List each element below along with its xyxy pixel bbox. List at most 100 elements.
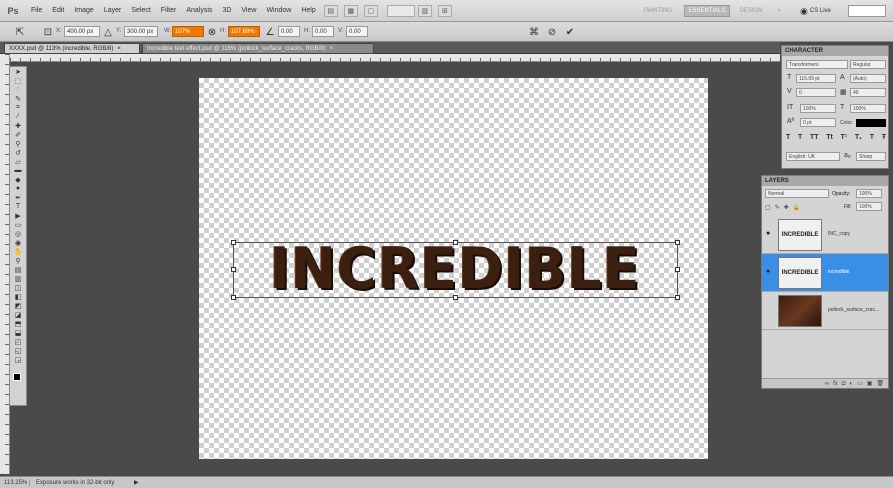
cs-live-button[interactable]: ◉ CS Live: [800, 4, 844, 18]
zoom-tool-icon[interactable]: ⚲: [10, 256, 26, 265]
tab-document-inactive[interactable]: Incredible text effect.psd @ 116% (pollo…: [142, 43, 374, 54]
tool-slot-28-icon[interactable]: ◪: [10, 310, 26, 319]
faux-bold-button[interactable]: T: [786, 134, 790, 144]
text-color-swatch[interactable]: [856, 119, 886, 127]
new-group-icon[interactable]: ▭: [857, 380, 863, 387]
crop-tool-icon[interactable]: ⌗: [10, 103, 26, 112]
layer-row[interactable]: pollock_surface_crac...: [762, 292, 888, 330]
lock-all-icon[interactable]: 🔒: [793, 204, 800, 211]
blur-tool-icon[interactable]: ◆: [10, 175, 26, 184]
font-size-field[interactable]: 115.09 pt: [796, 74, 836, 83]
layer-style-icon[interactable]: fx: [833, 381, 838, 387]
menu-3d[interactable]: 3D: [217, 0, 236, 22]
small-caps-button[interactable]: Tt: [826, 134, 833, 144]
font-style-select[interactable]: Regular: [850, 60, 886, 69]
new-layer-icon[interactable]: ▣: [867, 380, 873, 387]
superscript-button[interactable]: T¹: [841, 134, 848, 144]
menu-filter[interactable]: Filter: [156, 0, 182, 22]
reference-point-icon[interactable]: ⊡: [42, 26, 54, 38]
menu-window[interactable]: Window: [261, 0, 296, 22]
all-caps-button[interactable]: TT: [810, 134, 819, 144]
tool-slot-32-icon[interactable]: ◱: [10, 346, 26, 355]
baseline-shift-field[interactable]: 0 pt: [800, 118, 836, 127]
delete-layer-icon[interactable]: 🗑: [876, 380, 884, 387]
h-skew-field[interactable]: 0.00: [312, 26, 334, 37]
quick-select-tool-icon[interactable]: ✎: [10, 94, 26, 103]
tool-slot-24-icon[interactable]: ▥: [10, 274, 26, 283]
link-layers-icon[interactable]: ∞: [825, 381, 829, 387]
eyedropper-tool-icon[interactable]: ⁄: [10, 112, 26, 121]
menu-layer[interactable]: Layer: [99, 0, 127, 22]
anti-alias-select[interactable]: Sharp: [856, 152, 886, 161]
menu-edit[interactable]: Edit: [47, 0, 69, 22]
transform-handle[interactable]: [453, 240, 458, 245]
link-icon[interactable]: ⊗: [206, 26, 218, 38]
tool-slot-23-icon[interactable]: ▤: [10, 265, 26, 274]
tool-slot-27-icon[interactable]: ◩: [10, 301, 26, 310]
menu-analysis[interactable]: Analysis: [181, 0, 217, 22]
commit-transform-icon[interactable]: ✔: [564, 26, 576, 38]
transform-handle[interactable]: [675, 267, 680, 272]
transform-handle[interactable]: [231, 295, 236, 300]
shape-tool-icon[interactable]: ▭: [10, 220, 26, 229]
vertical-scale-field[interactable]: 100%: [800, 104, 836, 113]
menu-select[interactable]: Select: [126, 0, 155, 22]
height-field[interactable]: 107.69%: [228, 26, 260, 37]
hand-tool-icon[interactable]: ✋: [10, 247, 26, 256]
arrange-documents-icon[interactable]: ▥: [417, 4, 432, 17]
gradient-tool-icon[interactable]: ▬: [10, 166, 26, 175]
close-icon[interactable]: ×: [117, 46, 121, 52]
cancel-transform-icon[interactable]: ⊘: [546, 26, 558, 38]
tab-document-active[interactable]: XXXX.psd @ 113% (incredible, RGB/8) ×: [4, 43, 140, 54]
y-field[interactable]: 300.00 px: [124, 26, 158, 37]
transform-handle[interactable]: [231, 267, 236, 272]
layer-row-selected[interactable]: ● INCREDIBLE incredible: [762, 254, 888, 292]
subscript-button[interactable]: T₁: [855, 134, 862, 144]
history-brush-tool-icon[interactable]: ↺: [10, 148, 26, 157]
warp-mode-icon[interactable]: ⌘: [528, 26, 540, 38]
adjustment-layer-icon[interactable]: ◐: [849, 381, 853, 387]
menu-view[interactable]: View: [236, 0, 261, 22]
close-icon[interactable]: ×: [330, 46, 334, 52]
transform-handle[interactable]: [231, 240, 236, 245]
mini-bridge-icon[interactable]: ▦: [343, 4, 358, 17]
blend-mode-select[interactable]: Normal: [765, 189, 829, 198]
opacity-field[interactable]: 100%: [856, 189, 882, 198]
add-mask-icon[interactable]: ◘: [842, 381, 846, 387]
menu-image[interactable]: Image: [69, 0, 98, 22]
screen-mode-icon[interactable]: ▢: [363, 4, 378, 17]
lock-pixels-icon[interactable]: ✎: [775, 204, 780, 211]
language-select[interactable]: English: UK: [786, 152, 840, 161]
eraser-tool-icon[interactable]: ▱: [10, 157, 26, 166]
relative-position-icon[interactable]: △: [102, 26, 114, 38]
tool-slot-33-icon[interactable]: ◲: [10, 355, 26, 364]
transform-bounding-box[interactable]: [231, 240, 680, 300]
bridge-icon[interactable]: ▤: [323, 4, 338, 17]
strikethrough-button[interactable]: Ŧ: [882, 134, 886, 144]
tracking-field[interactable]: 40: [850, 88, 886, 97]
clone-stamp-tool-icon[interactable]: ⚲: [10, 139, 26, 148]
kerning-field[interactable]: 0: [796, 88, 836, 97]
transform-handle[interactable]: [675, 295, 680, 300]
angle-field[interactable]: 0.00: [278, 26, 300, 37]
v-skew-field[interactable]: 0.00: [346, 26, 368, 37]
lock-position-icon[interactable]: ✚: [784, 204, 789, 211]
underline-button[interactable]: T: [870, 134, 874, 144]
visibility-eye-icon[interactable]: ●: [766, 268, 774, 275]
x-field[interactable]: 400.00 px: [64, 26, 100, 37]
workspace-design[interactable]: DESIGN: [734, 5, 768, 17]
pen-tool-icon[interactable]: ✒: [10, 193, 26, 202]
panel-title[interactable]: CHARACTER: [782, 46, 888, 56]
path-select-tool-icon[interactable]: ▶: [10, 211, 26, 220]
menu-file[interactable]: File: [26, 0, 47, 22]
spot-healing-tool-icon[interactable]: ✚: [10, 121, 26, 130]
width-field[interactable]: 107%: [172, 26, 204, 37]
tool-slot-30-icon[interactable]: ⬓: [10, 328, 26, 337]
tool-slot-25-icon[interactable]: ◫: [10, 283, 26, 292]
brush-tool-icon[interactable]: ✐: [10, 130, 26, 139]
3d-rotate-tool-icon[interactable]: ◎: [10, 229, 26, 238]
layer-row[interactable]: ● INCREDIBLE INC_copy: [762, 216, 888, 254]
move-tool-icon[interactable]: ➤: [10, 67, 26, 76]
type-tool-icon[interactable]: T: [10, 202, 26, 211]
leading-field[interactable]: (Auto): [850, 74, 886, 83]
